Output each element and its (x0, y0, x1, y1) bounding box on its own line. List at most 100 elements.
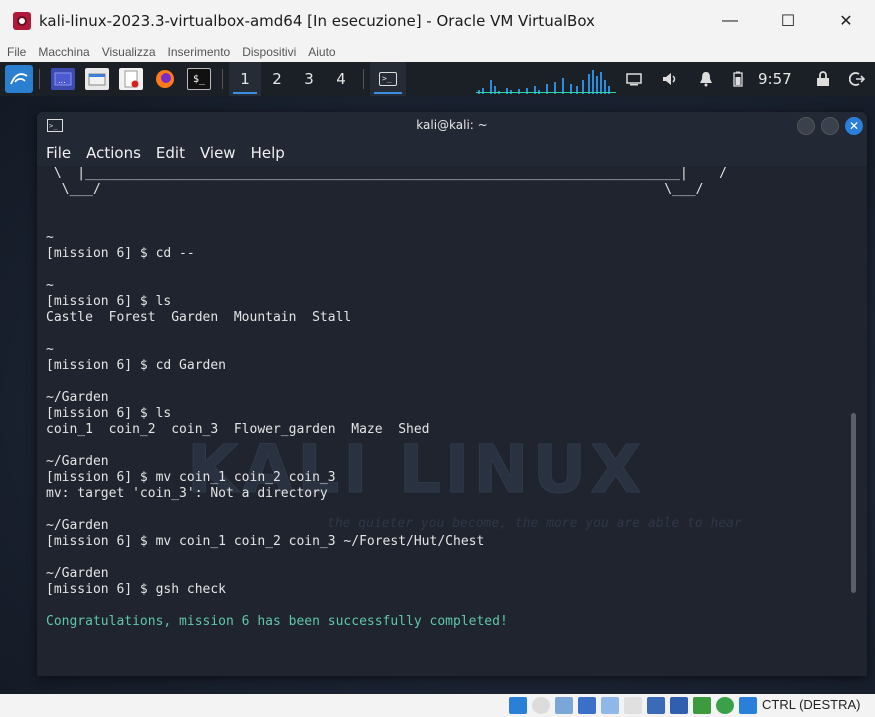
panel-separator (39, 69, 40, 89)
maximize-button[interactable] (821, 117, 839, 135)
vbox-window-title: kali-linux-2023.3-virtualbox-amd64 [In e… (39, 12, 595, 30)
terminal-line: \___/ \___/ (46, 182, 704, 197)
taskbar-terminal-button[interactable]: >_ (370, 62, 406, 96)
vbox-menu-view[interactable]: Visualizza (97, 45, 161, 59)
optical-drive-icon[interactable] (532, 697, 550, 714)
terminal-line: mv: target 'coin_3': Not a directory (46, 486, 328, 501)
xfce-top-panel: ... $_ 1 2 3 4 >_ 9:57 (0, 62, 875, 96)
mouse-integration-icon[interactable] (509, 697, 527, 714)
terminal-menu-view[interactable]: View (200, 144, 236, 162)
display-icon[interactable] (647, 697, 665, 714)
window-controls: — ☐ ✕ (701, 0, 875, 42)
network-icon[interactable] (624, 62, 644, 96)
terminal-line: [mission 6] $ cd Garden (46, 358, 227, 373)
close-icon: ✕ (839, 13, 853, 30)
minimize-button[interactable]: — (701, 0, 759, 42)
vbox-menu-devices[interactable]: Dispositivi (237, 45, 301, 59)
minimize-button[interactable] (797, 117, 815, 135)
vbox-menu-file[interactable]: File (2, 45, 31, 59)
shared-folders-icon[interactable] (624, 697, 642, 714)
terminal-line: Castle Forest Garden Mountain Stall (46, 310, 352, 325)
close-button[interactable]: ✕ (845, 117, 863, 135)
svg-text:...: ... (58, 76, 66, 85)
panel-clock[interactable]: 9:57 (758, 62, 792, 96)
workspace-2[interactable]: 2 (261, 62, 293, 96)
terminal-line: ~/Garden (46, 390, 109, 405)
close-icon: ✕ (848, 119, 860, 133)
workspace-1[interactable]: 1 (229, 62, 261, 96)
terminal-line: [mission 6] $ gsh check (46, 582, 227, 597)
terminal-line: ~ (46, 230, 54, 245)
text-editor-icon[interactable] (119, 68, 143, 90)
vbox-menu-help[interactable]: Aiuto (303, 45, 340, 59)
lock-icon[interactable] (814, 62, 832, 96)
terminal-line: ~/Garden (46, 566, 109, 581)
firefox-icon[interactable] (153, 68, 177, 90)
maximize-icon: ☐ (780, 13, 796, 30)
vbox-menu-input[interactable]: Inserimento (163, 45, 236, 59)
usb-icon[interactable] (601, 697, 619, 714)
maximize-button[interactable]: ☐ (759, 0, 817, 42)
terminal-line: [mission 6] $ ls (46, 406, 172, 421)
terminal-line: \ |_____________________________________… (46, 166, 727, 181)
virtualbox-app-icon (13, 12, 31, 30)
minimize-icon: — (722, 12, 738, 29)
network-monitor-graph (476, 70, 616, 94)
terminal-menu-actions[interactable]: Actions (86, 144, 141, 162)
vbox-menu-machine[interactable]: Macchina (33, 45, 94, 59)
terminal-line: ~/Garden (46, 518, 109, 533)
vbox-menubar: File Macchina Visualizza Inserimento Dis… (0, 42, 875, 62)
panel-separator (363, 69, 364, 89)
terminal-menu-edit[interactable]: Edit (156, 144, 185, 162)
close-button[interactable]: ✕ (817, 0, 875, 42)
terminal-line: [mission 6] $ cd -- (46, 246, 195, 261)
terminal-line: [mission 6] $ mv coin_1 coin_2 coin_3 (46, 470, 336, 485)
terminal-line: coin_1 coin_2 coin_3 Flower_garden Maze … (46, 422, 430, 437)
vbox-statusbar: CTRL (DESTRA) (0, 694, 875, 717)
host-key-label: CTRL (DESTRA) (762, 697, 861, 712)
vbox-titlebar: kali-linux-2023.3-virtualbox-amd64 [In e… (0, 0, 875, 42)
workspace-4[interactable]: 4 (325, 62, 357, 96)
cpu-activity-icon[interactable] (693, 697, 711, 714)
battery-icon[interactable] (730, 62, 746, 96)
terminal-line: [mission 6] $ mv coin_1 coin_2 coin_3 ~/… (46, 534, 485, 549)
workspace-3[interactable]: 3 (293, 62, 325, 96)
terminal-icon[interactable]: $_ (187, 68, 211, 90)
keyboard-capture-icon[interactable] (739, 697, 757, 714)
guest-additions-icon[interactable] (716, 697, 734, 714)
logout-icon[interactable] (848, 62, 866, 96)
notifications-icon[interactable] (696, 62, 716, 96)
terminal-scrollbar[interactable] (851, 413, 856, 593)
desktop-icon[interactable]: ... (51, 68, 75, 90)
volume-icon[interactable] (660, 62, 680, 96)
terminal-window-title: kali@kali: ~ (416, 118, 488, 132)
terminal-titlebar[interactable]: >_ kali@kali: ~ ✕ (37, 112, 867, 140)
terminal-icon: >_ (379, 72, 397, 86)
terminal-line: [mission 6] $ ls (46, 294, 172, 309)
guest-display[interactable]: ... $_ 1 2 3 4 >_ 9:57 >_ kali@kali: ~ ✕… (0, 62, 875, 694)
terminal-menu-help[interactable]: Help (251, 144, 285, 162)
terminal-window[interactable]: >_ kali@kali: ~ ✕ File Actions Edit View… (37, 112, 867, 676)
terminal-line: ~/Garden (46, 454, 109, 469)
terminal-line: Congratulations, mission 6 has been succ… (46, 614, 508, 629)
audio-icon[interactable] (555, 697, 573, 714)
terminal-menu-file[interactable]: File (46, 144, 71, 162)
recording-icon[interactable] (670, 697, 688, 714)
file-manager-icon[interactable] (85, 68, 109, 90)
terminal-output[interactable]: KALI LINUX the quieter you become, the m… (37, 166, 867, 676)
terminal-lines: \ |_____________________________________… (46, 166, 727, 630)
terminal-line: ~ (46, 278, 54, 293)
panel-separator (222, 69, 223, 89)
network-adapter-icon[interactable] (578, 697, 596, 714)
kali-menu-icon[interactable] (5, 65, 33, 93)
terminal-menubar: File Actions Edit View Help (37, 140, 867, 166)
